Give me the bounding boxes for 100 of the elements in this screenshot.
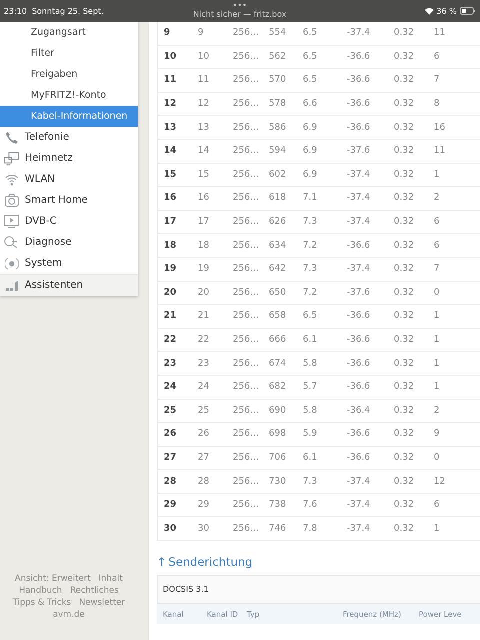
table-cell-text: 12 [434,476,446,487]
sidebar-item[interactable]: Telefonie [0,127,138,148]
table-cell-text: 0.32 [394,170,416,180]
table-cell-text: 642 [269,264,288,274]
table-cell-text: 7.3 [303,217,318,228]
table-cell-text: 256… [233,429,260,440]
table-cell-text: 650 [269,288,288,298]
table-cell-text: 11 [164,75,178,86]
table-cell-text: 562 [269,52,288,62]
section-header: DOCSIS 3.1 [163,585,209,594]
table-cell-text: 0 [434,288,441,298]
table-cell-text: 666 [269,335,288,346]
footer-link[interactable]: Rechtliches [70,586,119,596]
table-cell-text: -36.6 [347,358,372,369]
footer-link[interactable]: avm.de [53,610,85,620]
table-cell-text: 674 [269,358,288,369]
table-cell-text: 256… [233,382,260,392]
footer-link[interactable]: Newsletter [79,598,126,608]
table-cell-text: 27 [164,452,178,463]
table-cell-text: 24 [198,382,210,392]
table-cell-text: 256… [233,193,260,204]
table-cell-text: 256… [233,264,260,274]
table-cell-text: 256… [233,240,260,251]
table-cell-text: 7.2 [303,288,318,298]
wifi-icon [4,174,18,186]
table-cell-text: 634 [269,240,288,251]
table-cell-text: 7.3 [303,476,318,487]
table-cell-text: 0.32 [394,452,416,463]
up-arrow-icon: ↑ [157,555,167,570]
table-cell-text: 256… [233,500,260,510]
table-cell-text: 23 [198,358,210,369]
table-cell-text: 17 [164,217,178,228]
table-cell-text: 0.32 [394,382,416,392]
table-cell-text: -36.6 [347,335,372,346]
table-cell-text: 24 [164,382,178,392]
table-cell-text: -36.6 [347,122,372,133]
table-cell-text: 30 [164,524,178,534]
table-cell-text: 17 [198,217,210,228]
table-cell-text: 706 [269,452,288,463]
table-cell-text: 730 [269,476,288,487]
sidebar-item[interactable]: Zugangsart [0,22,138,43]
sidebar-item[interactable]: Heimnetz [0,148,138,169]
table-cell-text: -37.6 [347,146,372,156]
table-cell-text: 6.5 [303,75,318,86]
table-cell-text: 29 [164,500,178,510]
table-cell-text: 1 [434,524,441,534]
table-cell-text: 0.32 [394,264,416,274]
sidebar-item[interactable]: MyFRITZ!-Konto [0,85,138,106]
table-cell-text: 10 [198,52,210,62]
table-cell-text: 27 [198,452,210,463]
table-cell-text: 0.32 [394,240,416,251]
table-cell-text: 0.32 [394,476,416,487]
date-text: Sonntag 25. Sept. [32,6,104,16]
table-cell-text: 746 [269,524,288,534]
table-cell-text: 0.32 [394,52,416,62]
footer-link[interactable]: Inhalt [98,574,123,584]
sidebar-item[interactable]: System [0,253,138,274]
table-cell-text: 626 [269,217,288,228]
sidebar-item[interactable]: Diagnose [0,232,138,253]
table-cell-text: 25 [198,406,210,416]
table-cell-text: -36.6 [347,429,372,440]
table-cell-text: 618 [269,193,288,204]
table-cell-text: 11 [198,75,210,86]
table-cell-text: 12 [164,99,178,110]
footer-link[interactable]: Handbuch [19,586,62,596]
table-cell-text: 7.6 [303,500,318,510]
table-cell-text: 602 [269,170,288,180]
table-cell-text: 586 [269,122,288,133]
footer-link[interactable]: Ansicht: Erweitert [15,574,91,584]
table-cell-text: 18 [198,240,210,251]
footer-link[interactable]: Tipps & Tricks [12,598,72,608]
sidebar-item[interactable]: Assistenten [0,274,138,296]
sidebar-item[interactable]: Freigaben [0,64,138,85]
table-cell-text: 256… [233,28,260,38]
table-cell-text: 256… [233,358,260,369]
sidebar-item[interactable]: Smart Home [0,190,138,211]
table-cell-text: -36.6 [347,240,372,251]
table-cell-text: 20 [198,288,210,298]
sidebar-item[interactable]: Filter [0,43,138,64]
table-cell-text: 554 [269,28,288,38]
table-cell-text: -37.4 [347,217,372,228]
table-cell-text: 6.5 [303,311,318,322]
table-cell-text: 6.5 [303,28,318,38]
table-cell-text: -37.4 [347,170,372,180]
table-cell-text: -37.4 [347,193,372,204]
table-cell-text: 6.5 [303,52,318,62]
sidebar-item[interactable]: Kabel-Informationen [0,106,138,127]
address-text[interactable]: Nicht sicher — fritz.box [193,10,287,19]
table-cell-text: 0.32 [394,288,416,298]
sidebar-item[interactable]: WLAN [0,169,138,190]
more-dots[interactable]: ••• [232,1,248,10]
table-cell-text: 10 [164,52,178,62]
table-cell-text: 28 [198,476,210,487]
table-cell-text: 28 [164,476,178,487]
phone-icon [4,130,18,144]
table-cell-text: 11 [434,28,446,38]
sidebar-item[interactable]: DVB-C [0,211,138,232]
clock-time: 23:10 [4,6,28,16]
table-cell-text: 6.1 [303,452,318,463]
steps-icon [4,280,18,292]
